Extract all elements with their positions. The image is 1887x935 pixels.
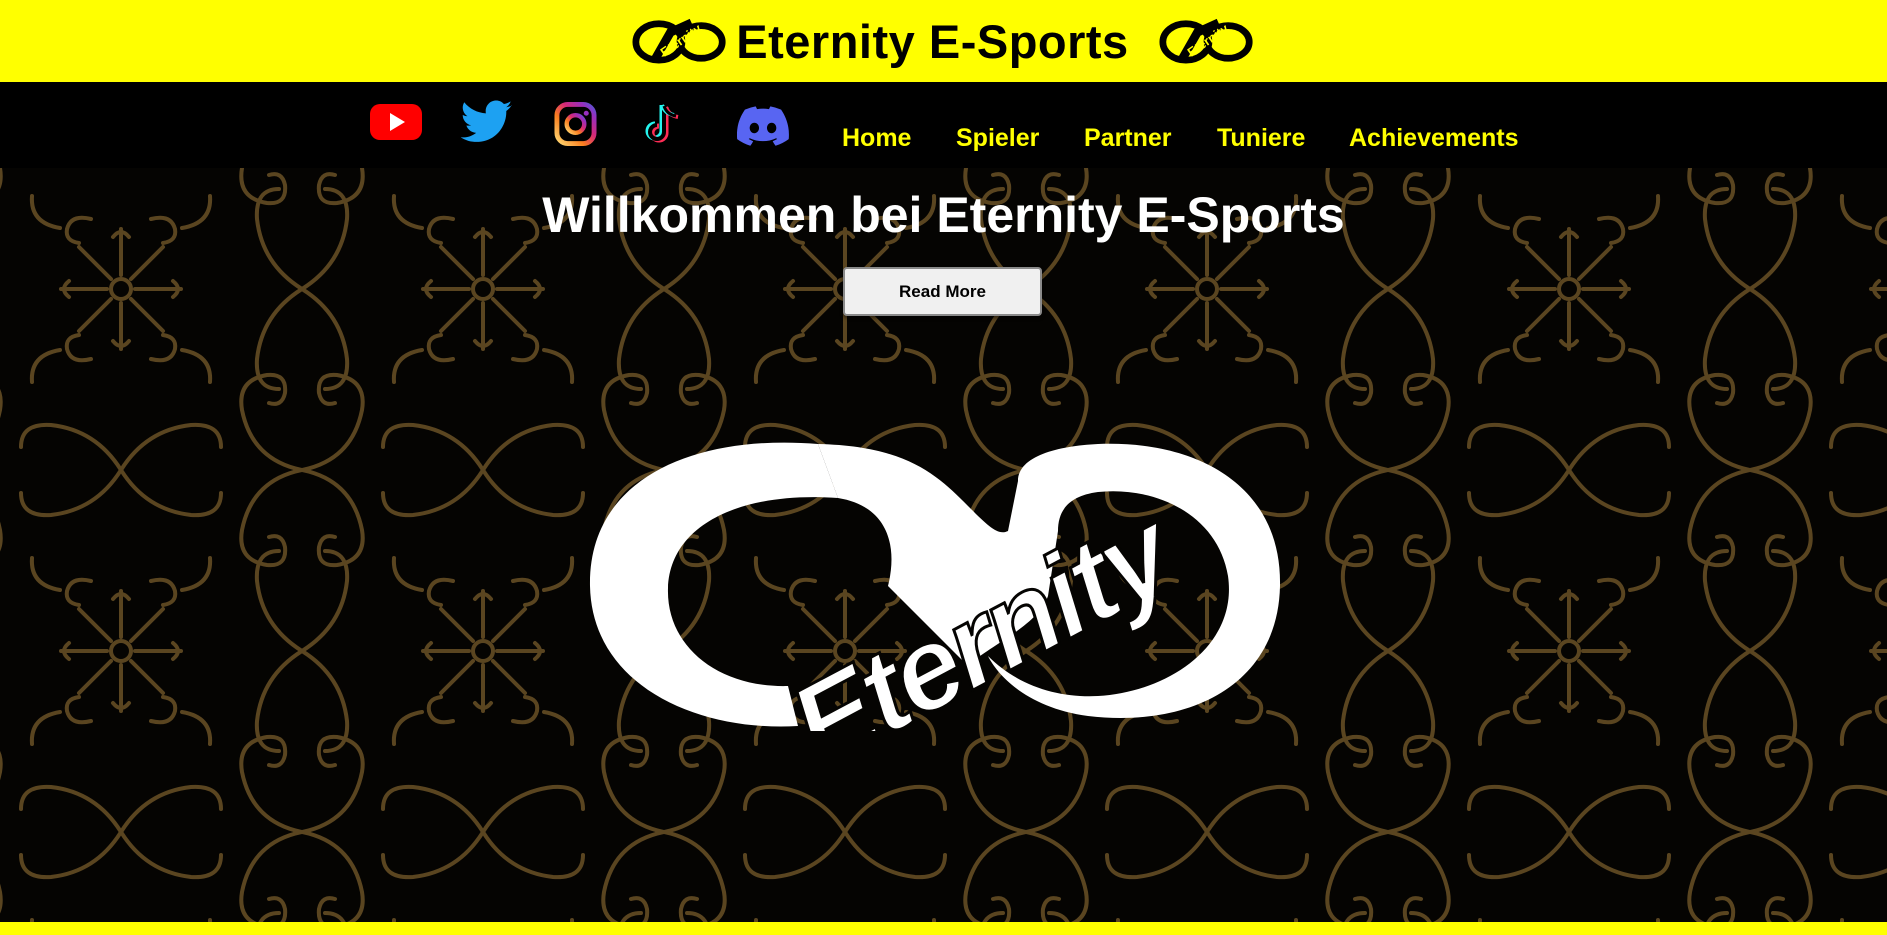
eternity-hero-logo-icon: Eternity	[589, 442, 1281, 731]
eternity-logo-icon: Eternity	[632, 18, 726, 64]
site-header: Eternity Eternity E-Sports Eternity	[0, 0, 1887, 82]
instagram-icon[interactable]	[554, 101, 597, 152]
nav-achievements[interactable]: Achievements	[1349, 124, 1519, 153]
twitter-icon[interactable]	[460, 100, 513, 149]
hero-title: Willkommen bei Eternity E-Sports	[542, 187, 1345, 243]
discord-icon[interactable]	[736, 104, 789, 153]
nav-tuniere[interactable]: Tuniere	[1217, 124, 1305, 153]
nav-spieler[interactable]: Spieler	[956, 124, 1039, 153]
eternity-logo-icon: Eternity	[1159, 18, 1253, 64]
nav-home[interactable]: Home	[842, 124, 911, 153]
nav-partner[interactable]: Partner	[1084, 124, 1172, 153]
read-more-button[interactable]: Read More	[843, 267, 1042, 316]
site-title: Eternity E-Sports	[736, 14, 1129, 68]
tiktok-icon[interactable]	[641, 102, 685, 153]
main-navbar	[0, 82, 1887, 168]
footer-bar	[0, 922, 1887, 935]
youtube-icon[interactable]	[369, 102, 423, 147]
